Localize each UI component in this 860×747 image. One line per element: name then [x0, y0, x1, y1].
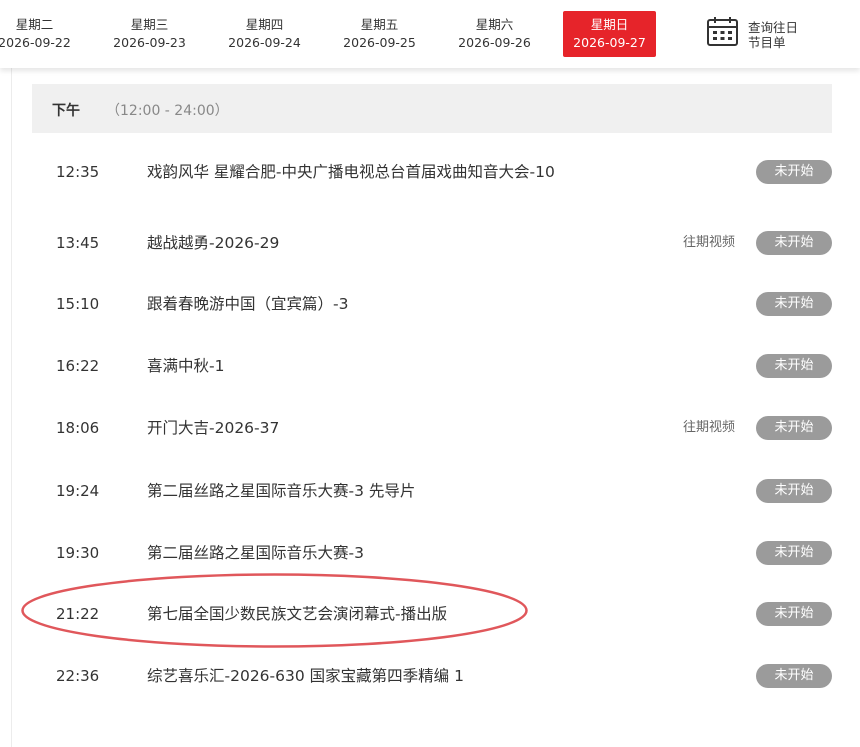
date-tab-tuesday[interactable]: 星期二 2026-09-22	[0, 11, 81, 57]
history-schedule-label: 查询往日 节目单	[748, 20, 799, 50]
status-badge: 未开始	[756, 602, 832, 626]
status-badge: 未开始	[756, 541, 832, 565]
program-time: 22:36	[56, 667, 100, 685]
section-time-range: （12:00 - 24:00）	[106, 103, 229, 119]
program-title[interactable]: 第七届全国少数民族文艺会演闭幕式-播出版	[147, 583, 567, 645]
program-time: 12:35	[56, 163, 100, 181]
calendar-icon	[707, 17, 738, 46]
date-tab-date: 2026-09-24	[228, 35, 301, 50]
replay-link[interactable]: 往期视频	[683, 212, 735, 274]
program-row-highlighted: 21:22 第七届全国少数民族文艺会演闭幕式-播出版 未开始	[32, 583, 832, 645]
date-tab-bar: 星期二 2026-09-22 星期三 2026-09-23 星期四 2026-0…	[0, 0, 860, 68]
date-tab-friday[interactable]: 星期五 2026-09-25	[333, 11, 426, 57]
program-row: 19:24 第二届丝路之星国际音乐大赛-3 先导片 未开始	[32, 460, 832, 522]
program-row: 16:22 喜满中秋-1 未开始	[32, 335, 832, 397]
program-time: 19:30	[56, 544, 100, 562]
replay-link[interactable]: 往期视频	[683, 397, 735, 459]
date-tab-date: 2026-09-22	[0, 35, 71, 50]
program-row: 13:45 越战越勇-2026-29 往期视频 未开始	[32, 212, 832, 274]
program-time: 18:06	[56, 419, 100, 437]
program-time: 15:10	[56, 295, 100, 313]
program-title[interactable]: 跟着春晚游中国（宜宾篇）-3	[147, 273, 567, 335]
section-title: 下午	[52, 103, 80, 119]
program-time: 16:22	[56, 357, 100, 375]
section-header-afternoon: 下午 （12:00 - 24:00）	[32, 84, 832, 133]
program-time: 21:22	[56, 605, 100, 623]
program-title[interactable]: 第二届丝路之星国际音乐大赛-3	[147, 522, 567, 584]
program-title[interactable]: 开门大吉-2026-37	[147, 397, 567, 459]
status-badge: 未开始	[756, 354, 832, 378]
date-tab-sunday[interactable]: 星期日 2026-09-27	[563, 11, 656, 57]
program-title[interactable]: 综艺喜乐汇-2026-630 国家宝藏第四季精编 1	[147, 645, 567, 707]
date-tab-thursday[interactable]: 星期四 2026-09-24	[218, 11, 311, 57]
history-schedule-button[interactable]: 查询往日 节目单	[706, 16, 826, 56]
program-row: 22:36 综艺喜乐汇-2026-630 国家宝藏第四季精编 1 未开始	[32, 645, 832, 707]
program-row: 12:35 戏韵风华 星耀合肥-中央广播电视总台首届戏曲知音大会-10 未开始	[32, 141, 832, 203]
date-tab-weekday: 星期日	[590, 17, 629, 32]
program-title[interactable]: 第二届丝路之星国际音乐大赛-3 先导片	[147, 460, 567, 522]
program-row: 18:06 开门大吉-2026-37 往期视频 未开始	[32, 397, 832, 459]
program-title[interactable]: 戏韵风华 星耀合肥-中央广播电视总台首届戏曲知音大会-10	[147, 141, 567, 203]
date-tab-weekday: 星期二	[15, 17, 54, 32]
status-badge: 未开始	[756, 292, 832, 316]
date-tab-weekday: 星期三	[130, 17, 169, 32]
date-tab-weekday: 星期四	[245, 17, 284, 32]
date-tab-date: 2026-09-25	[343, 35, 416, 50]
date-tab-weekday: 星期五	[360, 17, 399, 32]
status-badge: 未开始	[756, 664, 832, 688]
status-badge: 未开始	[756, 479, 832, 503]
status-badge: 未开始	[756, 160, 832, 184]
program-time: 13:45	[56, 234, 100, 252]
program-title[interactable]: 越战越勇-2026-29	[147, 212, 567, 274]
date-tab-date: 2026-09-26	[458, 35, 531, 50]
status-badge: 未开始	[756, 416, 832, 440]
container-border	[11, 68, 12, 747]
date-tab-weekday: 星期六	[475, 17, 514, 32]
date-tab-saturday[interactable]: 星期六 2026-09-26	[448, 11, 541, 57]
date-tab-date: 2026-09-27	[573, 35, 646, 50]
date-tab-date: 2026-09-23	[113, 35, 186, 50]
program-title[interactable]: 喜满中秋-1	[147, 335, 567, 397]
date-tab-wednesday[interactable]: 星期三 2026-09-23	[103, 11, 196, 57]
program-row: 19:30 第二届丝路之星国际音乐大赛-3 未开始	[32, 522, 832, 584]
status-badge: 未开始	[756, 231, 832, 255]
program-time: 19:24	[56, 482, 100, 500]
program-row: 15:10 跟着春晚游中国（宜宾篇）-3 未开始	[32, 273, 832, 335]
